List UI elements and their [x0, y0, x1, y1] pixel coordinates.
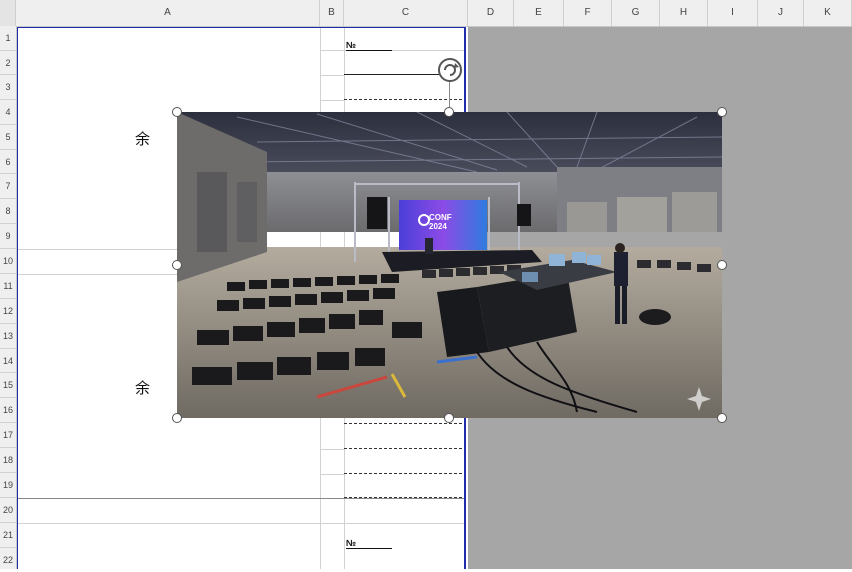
cell-a-upper-char[interactable]: 余 — [135, 128, 150, 149]
row-header-3[interactable]: 3 — [0, 75, 16, 100]
row-header-14[interactable]: 14 — [0, 349, 16, 373]
banner-text-line2: 2024 — [429, 222, 447, 231]
field-dash-c18 — [344, 473, 462, 474]
row-header-2[interactable]: 2 — [0, 51, 16, 75]
row-header-22[interactable]: 22 — [0, 548, 16, 569]
row-header-18[interactable]: 18 — [0, 448, 16, 473]
field-dash-c16 — [344, 423, 462, 424]
field-dash-c3 — [344, 99, 462, 100]
resize-handle-middle-left[interactable] — [172, 260, 182, 270]
cell-c1-number-label[interactable]: № — [346, 40, 392, 51]
gridline-row-20 — [16, 523, 466, 524]
row-header-12[interactable]: 12 — [0, 299, 16, 324]
row-header-bar: 1 2 3 4 5 6 7 8 9 10 11 12 13 14 15 16 1… — [0, 26, 17, 569]
gridline-row-19 — [16, 498, 466, 499]
resize-handle-bottom-right[interactable] — [717, 413, 727, 423]
column-header-f[interactable]: F — [564, 0, 612, 26]
gridline-b17 — [320, 449, 344, 450]
resize-handle-middle-right[interactable] — [717, 260, 727, 270]
row-header-5[interactable]: 5 — [0, 125, 16, 150]
row-header-8[interactable]: 8 — [0, 199, 16, 224]
gridline-b2 — [320, 75, 344, 76]
column-header-g[interactable]: G — [612, 0, 660, 26]
rotate-handle-icon[interactable] — [437, 57, 463, 83]
select-all-corner[interactable] — [0, 0, 16, 26]
field-dash-c19 — [344, 497, 462, 498]
gridline-b1 — [320, 50, 466, 51]
row-header-17[interactable]: 17 — [0, 423, 16, 448]
row-header-7[interactable]: 7 — [0, 174, 16, 199]
column-header-d[interactable]: D — [468, 0, 514, 26]
banner-text-line1: CONF — [429, 213, 452, 222]
inserted-photo[interactable]: CONF 2024 — [177, 112, 722, 418]
column-header-c[interactable]: C — [344, 0, 468, 26]
row-header-6[interactable]: 6 — [0, 150, 16, 174]
row-header-11[interactable]: 11 — [0, 274, 16, 299]
resize-handle-bottom-left[interactable] — [172, 413, 182, 423]
resize-handle-top-left[interactable] — [172, 107, 182, 117]
row-header-21[interactable]: 21 — [0, 523, 16, 548]
row-header-16[interactable]: 16 — [0, 398, 16, 423]
row-header-4[interactable]: 4 — [0, 100, 16, 125]
cell-a-lower-char[interactable]: 余 — [135, 377, 150, 398]
column-header-h[interactable]: H — [660, 0, 708, 26]
column-header-a[interactable]: A — [16, 0, 320, 26]
column-header-e[interactable]: E — [514, 0, 564, 26]
row-header-20[interactable]: 20 — [0, 498, 16, 523]
column-header-j[interactable]: J — [758, 0, 804, 26]
row-header-15[interactable]: 15 — [0, 373, 16, 398]
column-header-i[interactable]: I — [708, 0, 758, 26]
row-header-9[interactable]: 9 — [0, 224, 16, 249]
row-header-10[interactable]: 10 — [0, 249, 16, 274]
row-header-19[interactable]: 19 — [0, 473, 16, 498]
row-header-1[interactable]: 1 — [0, 26, 16, 51]
resize-handle-top-center[interactable] — [444, 107, 454, 117]
column-header-k[interactable]: K — [804, 0, 852, 26]
row-header-13[interactable]: 13 — [0, 324, 16, 349]
field-dash-c17 — [344, 448, 462, 449]
cell-c21-number-label[interactable]: № — [346, 538, 392, 549]
gridline-b18 — [320, 474, 344, 475]
resize-handle-bottom-center[interactable] — [444, 413, 454, 423]
gridline-b3 — [320, 100, 344, 101]
resize-handle-top-right[interactable] — [717, 107, 727, 117]
column-header-bar: A B C D E F G H I J K — [0, 0, 852, 27]
column-header-b[interactable]: B — [320, 0, 344, 26]
